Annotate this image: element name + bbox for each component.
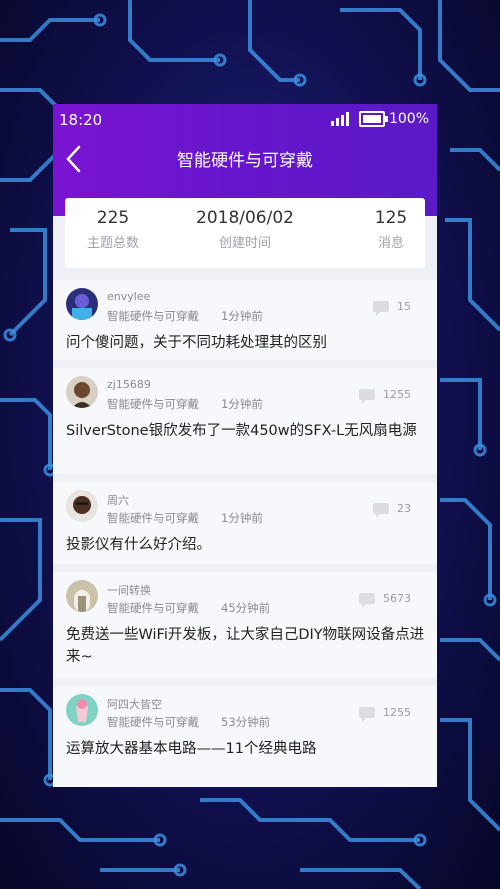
post-meta: 智能硬件与可穿戴 1分钟前	[107, 308, 263, 324]
post-username: 阿四大皆空	[107, 698, 162, 711]
stat-value: 2018/06/02	[196, 208, 294, 228]
post-meta: 智能硬件与可穿戴 45分钟前	[107, 600, 270, 616]
avatar	[66, 580, 98, 612]
phone-screen: 18:20 100% 智能硬件与可穿戴 225 主题总数 2018/06/02 …	[53, 104, 437, 787]
battery-icon	[358, 111, 388, 127]
stat-value: 225	[96, 208, 130, 228]
post-username: zj15689	[107, 378, 151, 391]
comment-count: 15	[373, 300, 411, 316]
stat-messages: 125 消息	[361, 208, 421, 251]
stat-topics: 225 主题总数	[77, 208, 149, 251]
post-meta: 智能硬件与可穿戴 1分钟前	[107, 510, 263, 526]
comment-icon	[373, 503, 389, 518]
list-item[interactable]: 周六 智能硬件与可穿戴 1分钟前 23 投影仪有什么好介绍。	[53, 482, 437, 564]
post-time: 1分钟前	[221, 511, 263, 525]
comment-icon	[359, 593, 375, 608]
stat-value: 125	[374, 208, 408, 228]
comment-icon	[359, 707, 375, 722]
status-indicators: 100%	[330, 111, 429, 127]
comment-number: 15	[397, 300, 411, 313]
post-title: 投影仪有什么好介绍。	[66, 537, 211, 553]
list-item[interactable]: zj15689 智能硬件与可穿戴 1分钟前 1255 SilverStone银欣发…	[53, 368, 437, 474]
post-username: 一间转换	[107, 584, 151, 597]
comment-icon	[373, 301, 389, 316]
comment-number: 1255	[383, 388, 411, 401]
comment-count: 23	[373, 502, 411, 518]
post-title: 免费送一些WiFi开发板，让大家自己DIY物联网设备点进来~	[66, 627, 425, 665]
post-category: 智能硬件与可穿戴	[107, 511, 199, 525]
comment-number: 23	[397, 502, 411, 515]
post-time: 45分钟前	[221, 601, 271, 615]
post-title: SilverStone银欣发布了一款450w的SFX-L无风扇电源	[66, 423, 417, 439]
page-title: 智能硬件与可穿戴	[177, 151, 313, 171]
post-title: 运算放大器基本电路——11个经典电路	[66, 741, 317, 757]
stats-card: 225 主题总数 2018/06/02 创建时间 125 消息	[65, 198, 425, 268]
stat-label: 主题总数	[86, 236, 139, 251]
signal-icon	[330, 112, 349, 126]
avatar	[66, 490, 98, 522]
status-time: 18:20	[59, 111, 103, 129]
avatar	[66, 288, 98, 320]
post-category: 智能硬件与可穿戴	[107, 601, 199, 615]
post-time: 1分钟前	[221, 309, 263, 323]
post-category: 智能硬件与可穿戴	[107, 309, 199, 323]
post-username: envylee	[107, 290, 151, 303]
list-item[interactable]: 阿四大皆空 智能硬件与可穿戴 53分钟前 1255 运算放大器基本电路——11个经…	[53, 686, 437, 787]
avatar	[66, 694, 98, 726]
battery-percent: 100%	[388, 111, 429, 127]
stat-label: 创建时间	[218, 236, 271, 251]
post-time: 53分钟前	[221, 715, 271, 729]
comment-count: 1255	[359, 388, 411, 404]
post-category: 智能硬件与可穿戴	[107, 715, 199, 729]
post-meta: 智能硬件与可穿戴 53分钟前	[107, 714, 270, 730]
stat-label: 消息	[377, 236, 404, 251]
comment-number: 5673	[383, 592, 411, 605]
stat-created: 2018/06/02 创建时间	[175, 208, 315, 251]
post-title: 问个傻问题，关于不同功耗处理其的区别	[66, 335, 327, 351]
list-item[interactable]: 一间转换 智能硬件与可穿戴 45分钟前 5673 免费送一些WiFi开发板，让大家…	[53, 572, 437, 678]
comment-count: 5673	[359, 592, 411, 608]
comment-count: 1255	[359, 706, 411, 722]
comment-number: 1255	[383, 706, 411, 719]
avatar	[66, 376, 98, 408]
post-category: 智能硬件与可穿戴	[107, 397, 199, 411]
comment-icon	[359, 389, 375, 404]
list-item[interactable]: envylee 智能硬件与可穿戴 1分钟前 15 问个傻问题，关于不同功耗处理其的…	[53, 280, 437, 360]
post-username: 周六	[107, 494, 129, 507]
post-time: 1分钟前	[221, 397, 263, 411]
post-meta: 智能硬件与可穿戴 1分钟前	[107, 396, 263, 412]
